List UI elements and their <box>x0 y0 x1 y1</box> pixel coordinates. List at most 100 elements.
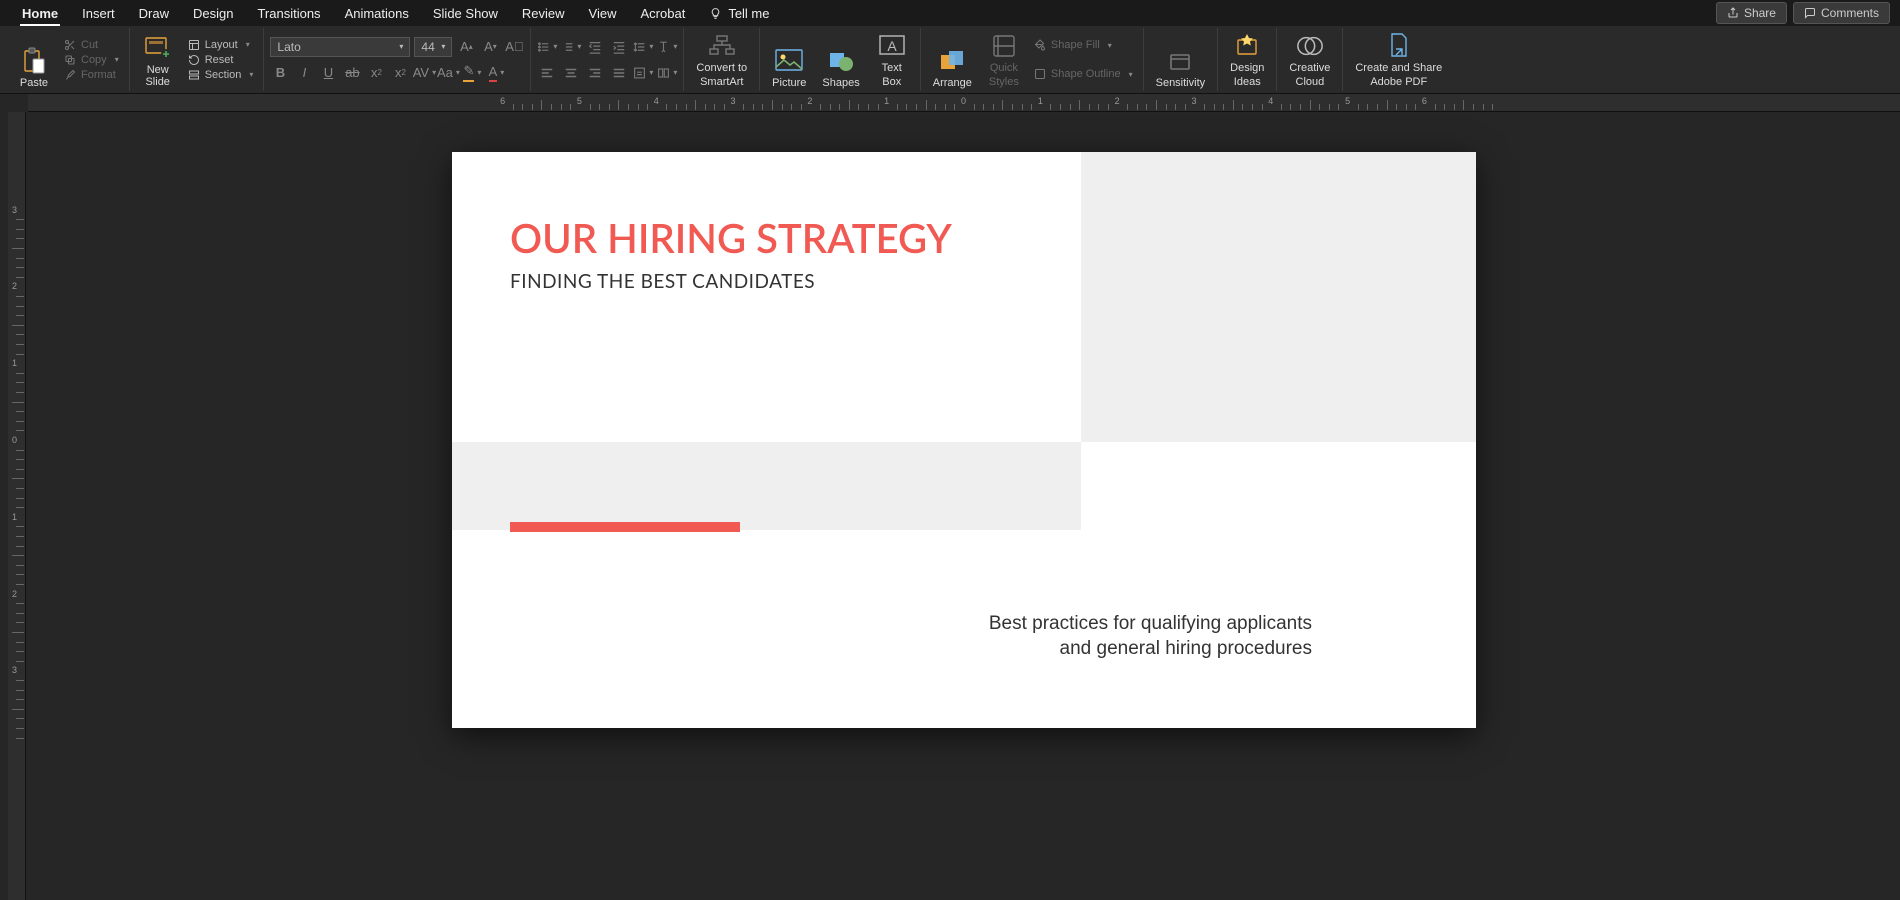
textbox-button[interactable]: A Text Box <box>870 29 914 91</box>
smartart-label1: Convert to <box>696 62 747 74</box>
tab-slideshow[interactable]: Slide Show <box>421 2 510 25</box>
slide-body-line2: and general hiring procedures <box>752 637 1312 662</box>
tab-transitions[interactable]: Transitions <box>245 2 332 25</box>
group-arrange: Arrange Quick Styles Shape Fill Shape Ou… <box>921 28 1144 91</box>
quick-styles-button[interactable]: Quick Styles <box>982 29 1026 91</box>
convert-smartart-button[interactable]: Convert to SmartArt <box>690 29 753 91</box>
section-button[interactable]: Section <box>184 68 258 82</box>
numbering-icon <box>561 40 574 54</box>
underline-button[interactable]: U <box>318 63 338 83</box>
create-pdf-button[interactable]: Create and Share Adobe PDF <box>1349 29 1448 91</box>
clear-format-button[interactable]: A⃠ <box>504 37 524 57</box>
shape-outline-button[interactable]: Shape Outline <box>1030 67 1137 81</box>
pdf-label2: Adobe PDF <box>1370 76 1427 88</box>
strike-button[interactable]: ab <box>342 63 362 83</box>
indent-icon <box>612 40 626 54</box>
textbox-label1: Text <box>882 62 902 74</box>
group-sensitivity: Sensitivity <box>1144 28 1219 91</box>
tab-animations[interactable]: Animations <box>333 2 421 25</box>
paste-icon <box>20 47 48 75</box>
font-name-select[interactable]: Lato▾ <box>270 37 410 57</box>
tell-me[interactable]: Tell me <box>697 2 781 25</box>
sensitivity-button[interactable]: Sensitivity <box>1150 29 1212 91</box>
decrease-indent-button[interactable] <box>585 37 605 57</box>
change-case-button[interactable]: Aa <box>438 63 458 83</box>
group-paragraph <box>531 28 684 91</box>
arrange-button[interactable]: Arrange <box>927 29 978 91</box>
decrease-font-button[interactable]: A▾ <box>480 37 500 57</box>
slide-body[interactable]: Best practices for qualifying applicants… <box>752 612 1312 661</box>
reset-button[interactable]: Reset <box>184 53 258 67</box>
smartart-icon <box>708 32 736 60</box>
align-center-icon <box>564 66 578 80</box>
italic-button[interactable]: I <box>294 63 314 83</box>
subscript-button[interactable]: x2 <box>366 63 386 83</box>
numbering-button[interactable] <box>561 37 581 57</box>
columns-button[interactable] <box>657 63 677 83</box>
picture-button[interactable]: Picture <box>766 29 812 91</box>
slide-canvas[interactable]: OUR HIRING STRATEGY FINDING THE BEST CAN… <box>28 112 1900 900</box>
design-ideas-button[interactable]: Design Ideas <box>1224 29 1270 91</box>
new-slide-button[interactable]: New Slide <box>136 29 180 91</box>
group-font: Lato▾ 44▾ A▴ A▾ A⃠ B I U ab x2 x2 AV Aa … <box>264 28 531 91</box>
quick-styles-icon <box>990 32 1018 60</box>
slide[interactable]: OUR HIRING STRATEGY FINDING THE BEST CAN… <box>452 152 1476 728</box>
share-label: Share <box>1744 6 1776 20</box>
design-label2: Ideas <box>1234 76 1261 88</box>
paste-label: Paste <box>20 77 48 89</box>
align-center-button[interactable] <box>561 63 581 83</box>
share-button[interactable]: Share <box>1716 2 1787 24</box>
justify-button[interactable] <box>609 63 629 83</box>
line-spacing-button[interactable] <box>633 37 653 57</box>
align-left-button[interactable] <box>537 63 557 83</box>
tab-view[interactable]: View <box>577 2 629 25</box>
highlight-button[interactable]: ✎ <box>462 63 482 83</box>
text-direction-button[interactable] <box>657 37 677 57</box>
copy-button[interactable]: Copy <box>60 53 123 67</box>
tab-review[interactable]: Review <box>510 2 577 25</box>
group-smartart: Convert to SmartArt <box>684 28 760 91</box>
quick-label2: Styles <box>989 76 1019 88</box>
tab-design[interactable]: Design <box>181 2 245 25</box>
ruler-horizontal: 6543210123456 <box>28 94 1900 112</box>
tab-insert[interactable]: Insert <box>70 2 127 25</box>
cut-button[interactable]: Cut <box>60 38 123 52</box>
comments-button[interactable]: Comments <box>1793 2 1890 24</box>
slide-title[interactable]: OUR HIRING STRATEGY <box>510 214 952 262</box>
layout-icon <box>188 39 200 51</box>
slide-accent-bar <box>510 522 740 532</box>
font-color-button[interactable]: A <box>486 63 506 83</box>
align-left-icon <box>540 66 554 80</box>
bullets-button[interactable] <box>537 37 557 57</box>
tab-draw[interactable]: Draw <box>127 2 181 25</box>
layout-button[interactable]: Layout <box>184 38 258 52</box>
tab-acrobat[interactable]: Acrobat <box>629 2 698 25</box>
shapes-button[interactable]: Shapes <box>816 29 865 91</box>
tab-home[interactable]: Home <box>10 2 70 25</box>
bold-button[interactable]: B <box>270 63 290 83</box>
align-text-button[interactable] <box>633 63 653 83</box>
design-label1: Design <box>1230 62 1264 74</box>
reset-label: Reset <box>205 54 234 66</box>
shape-fill-label: Shape Fill <box>1051 39 1100 51</box>
creative-cloud-button[interactable]: Creative Cloud <box>1283 29 1336 91</box>
shape-fill-button[interactable]: Shape Fill <box>1030 38 1137 52</box>
format-label: Format <box>81 69 116 81</box>
font-size-select[interactable]: 44▾ <box>414 37 452 57</box>
section-icon <box>188 69 200 81</box>
align-right-button[interactable] <box>585 63 605 83</box>
cc-label1: Creative <box>1289 62 1330 74</box>
highlight-icon: ✎ <box>463 63 474 82</box>
shapes-label: Shapes <box>822 77 859 89</box>
increase-font-button[interactable]: A▴ <box>456 37 476 57</box>
paste-button[interactable]: Paste <box>12 29 56 91</box>
format-painter-button[interactable]: Format <box>60 68 123 82</box>
char-spacing-button[interactable]: AV <box>414 63 434 83</box>
superscript-button[interactable]: x2 <box>390 63 410 83</box>
picture-icon <box>775 47 803 75</box>
reset-icon <box>188 54 200 66</box>
bullets-icon <box>537 40 550 54</box>
copy-label: Copy <box>81 54 107 66</box>
increase-indent-button[interactable] <box>609 37 629 57</box>
slide-subtitle[interactable]: FINDING THE BEST CANDIDATES <box>510 270 815 293</box>
